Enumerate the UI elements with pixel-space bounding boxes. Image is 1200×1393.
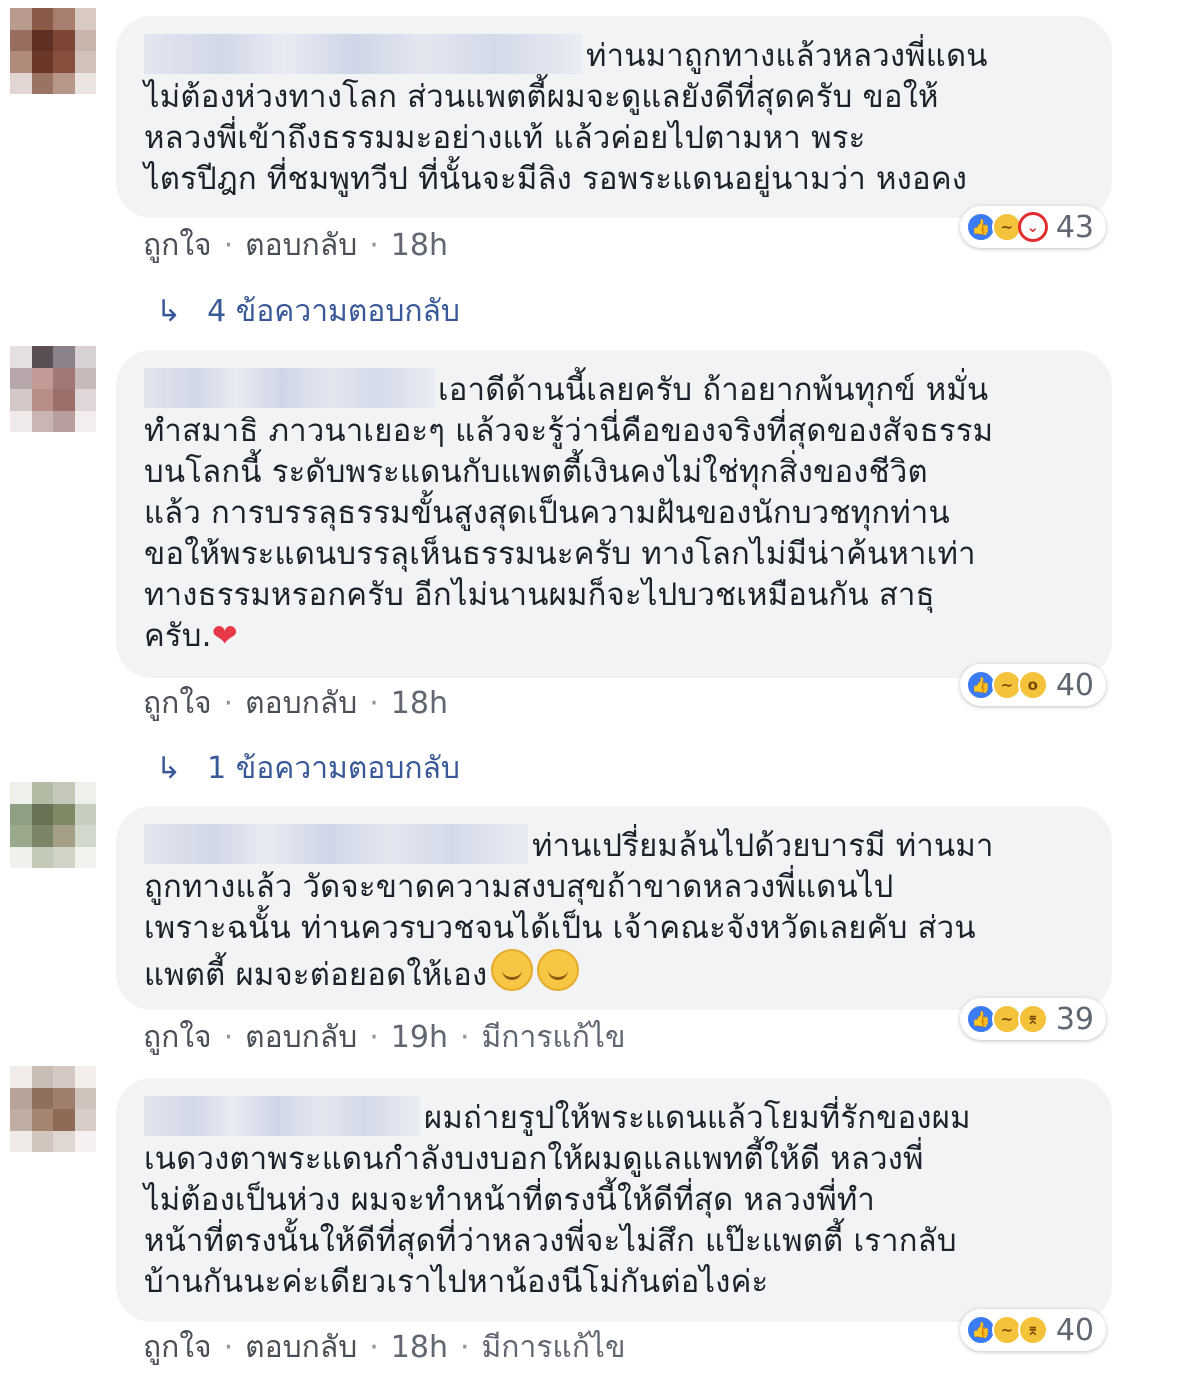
commenter-name[interactable]: [144, 368, 434, 408]
like-link[interactable]: ถูกใจ: [143, 1020, 212, 1055]
reply-link[interactable]: ตอบกลับ: [245, 686, 357, 721]
comment-text: ท่านมาถูกทางแล้วหลวงพี่แดน: [586, 38, 988, 74]
comment-bubble: ท่านเปรี่ยมล้นไปด้วยบารมี ท่านมา ถูกทางแ…: [116, 806, 1112, 1010]
comment-text: ไตรปีฎก ที่ชมพูทวีป ที่นั้นจะมีลิง รอพระ…: [144, 161, 968, 197]
heart-icon: ❤: [211, 618, 238, 654]
comment-text: แพตตี้ ผมจะต่อยอดให้เอง: [144, 957, 488, 993]
reaction-count: 40: [1055, 667, 1094, 703]
reply-link[interactable]: ตอบกลับ: [245, 228, 357, 263]
timestamp[interactable]: 19h: [391, 1020, 448, 1055]
like-link[interactable]: ถูกใจ: [143, 228, 212, 263]
commenter-name[interactable]: [144, 1096, 420, 1136]
comment-text: ท่านเปรี่ยมล้นไปด้วยบารมี ท่านมา: [532, 828, 994, 864]
comment-actions: ถูกใจ · ตอบกลับ · 18h: [143, 686, 448, 721]
comment-text: แล้ว การบรรลุธรรมขั้นสูงสุดเป็นความฝันขอ…: [144, 495, 950, 531]
like-link[interactable]: ถูกใจ: [143, 1330, 212, 1365]
comment-bubble: ผมถ่ายรูปให้พระแดนแล้วโยมที่รักของผม เนด…: [116, 1078, 1112, 1322]
view-replies-link[interactable]: ↳ 1 ข้อความตอบกลับ: [156, 745, 460, 792]
comment-text: เอาดีด้านนี้เลยครับ ถ้าอยากพ้นทุกข์ หมั่…: [438, 372, 989, 408]
reaction-summary[interactable]: 👍 ∼ ⌆ 40: [959, 1309, 1106, 1351]
avatar[interactable]: [10, 346, 96, 432]
angry-icon: ⌄: [1017, 212, 1048, 242]
reply-arrow-icon: ↳: [156, 751, 182, 786]
comment-actions: ถูกใจ · ตอบกลับ · 18h: [143, 228, 448, 263]
comment-bubble: ท่านมาถูกทางแล้วหลวงพี่แดน ไม่ต้องห่วงทา…: [116, 16, 1112, 218]
reaction-count: 39: [1055, 1001, 1094, 1037]
comment-text: ถูกทางแล้ว วัดจะขาดความสงบสุขถ้าขาดหลวงพ…: [144, 869, 894, 905]
comment-text: หน้าที่ตรงนั้นให้ดีที่สุดที่ว่าหลวงพี่จะ…: [144, 1223, 957, 1259]
comment-text: ทางธรรมหรอกครับ อีกไม่นานผมก็จะไปบวชเหมื…: [144, 577, 935, 613]
wow-icon: o: [1017, 670, 1048, 700]
edited-label[interactable]: มีการแก้ไข: [482, 1330, 626, 1365]
comment-actions: ถูกใจ · ตอบกลับ · 19h · มีการแก้ไข: [143, 1020, 626, 1055]
comment-text: ผมถ่ายรูปให้พระแดนแล้วโยมที่รักของผม: [424, 1100, 971, 1136]
avatar[interactable]: [10, 1066, 96, 1152]
comment-text: บ้านกันนะค่ะเดียวเราไปหาน้องนีโม่กันต่อไ…: [144, 1264, 769, 1300]
reaction-count: 40: [1055, 1312, 1094, 1348]
reaction-summary[interactable]: 👍 ∼ ⌄ 43: [959, 206, 1106, 248]
comment-actions: ถูกใจ · ตอบกลับ · 18h · มีการแก้ไข: [143, 1330, 626, 1365]
comment-text: บนโลกนี้ ระดับพระแดนกับแพตตี้เงินคงไม่ใช…: [144, 454, 928, 490]
commenter-name[interactable]: [144, 824, 528, 864]
timestamp[interactable]: 18h: [391, 686, 448, 721]
commenter-name[interactable]: [144, 34, 582, 74]
avatar[interactable]: [10, 782, 96, 868]
reaction-summary[interactable]: 👍 ∼ o 40: [959, 664, 1106, 706]
smile-emoji-icon: [491, 949, 534, 991]
reaction-summary[interactable]: 👍 ∼ ⌆ 39: [959, 998, 1106, 1040]
sad-icon: ⌆: [1017, 1315, 1048, 1345]
reply-arrow-icon: ↳: [156, 294, 182, 329]
timestamp[interactable]: 18h: [391, 228, 448, 263]
avatar[interactable]: [10, 8, 96, 94]
comment-text: หลวงพี่เข้าถึงธรรมมะอย่างแท้ แล้วค่อยไปต…: [144, 120, 866, 156]
reaction-count: 43: [1055, 209, 1094, 245]
reply-link[interactable]: ตอบกลับ: [245, 1020, 357, 1055]
reply-link[interactable]: ตอบกลับ: [245, 1330, 357, 1365]
like-link[interactable]: ถูกใจ: [143, 686, 212, 721]
timestamp[interactable]: 18h: [391, 1330, 448, 1365]
comment-text: เพราะฉนั้น ท่านควรบวชจนได้เป็น เจ้าคณะจั…: [144, 910, 976, 946]
replies-label[interactable]: 1 ข้อความตอบกลับ: [207, 751, 460, 786]
edited-label[interactable]: มีการแก้ไข: [482, 1020, 626, 1055]
comment-text: ไม่ต้องเป็นห่วง ผมจะทำหน้าที่ตรงนี้ให้ดี…: [144, 1182, 875, 1218]
smile-emoji-icon: [537, 949, 580, 991]
comment-text: ขอให้พระแดนบรรลุเห็นธรรมนะครับ ทางโลกไม่…: [144, 536, 976, 572]
comment-text: ครับ.: [144, 618, 212, 654]
view-replies-link[interactable]: ↳ 4 ข้อความตอบกลับ: [156, 288, 460, 335]
comment-text: เนดวงตาพระแดนกำลังบงบอกให้ผมดูแลแพทตี้ให…: [144, 1141, 924, 1177]
comment-bubble: เอาดีด้านนี้เลยครับ ถ้าอยากพ้นทุกข์ หมั่…: [116, 350, 1112, 678]
replies-label[interactable]: 4 ข้อความตอบกลับ: [207, 294, 460, 329]
comment-text: ไม่ต้องห่วงทางโลก ส่วนแพตตี้ผมจะดูแลยังด…: [144, 79, 939, 115]
comment-text: ทำสมาธิ ภาวนาเยอะๆ แล้วจะรู้ว่านี่คือของ…: [144, 413, 994, 449]
sad-icon: ⌆: [1017, 1004, 1048, 1034]
